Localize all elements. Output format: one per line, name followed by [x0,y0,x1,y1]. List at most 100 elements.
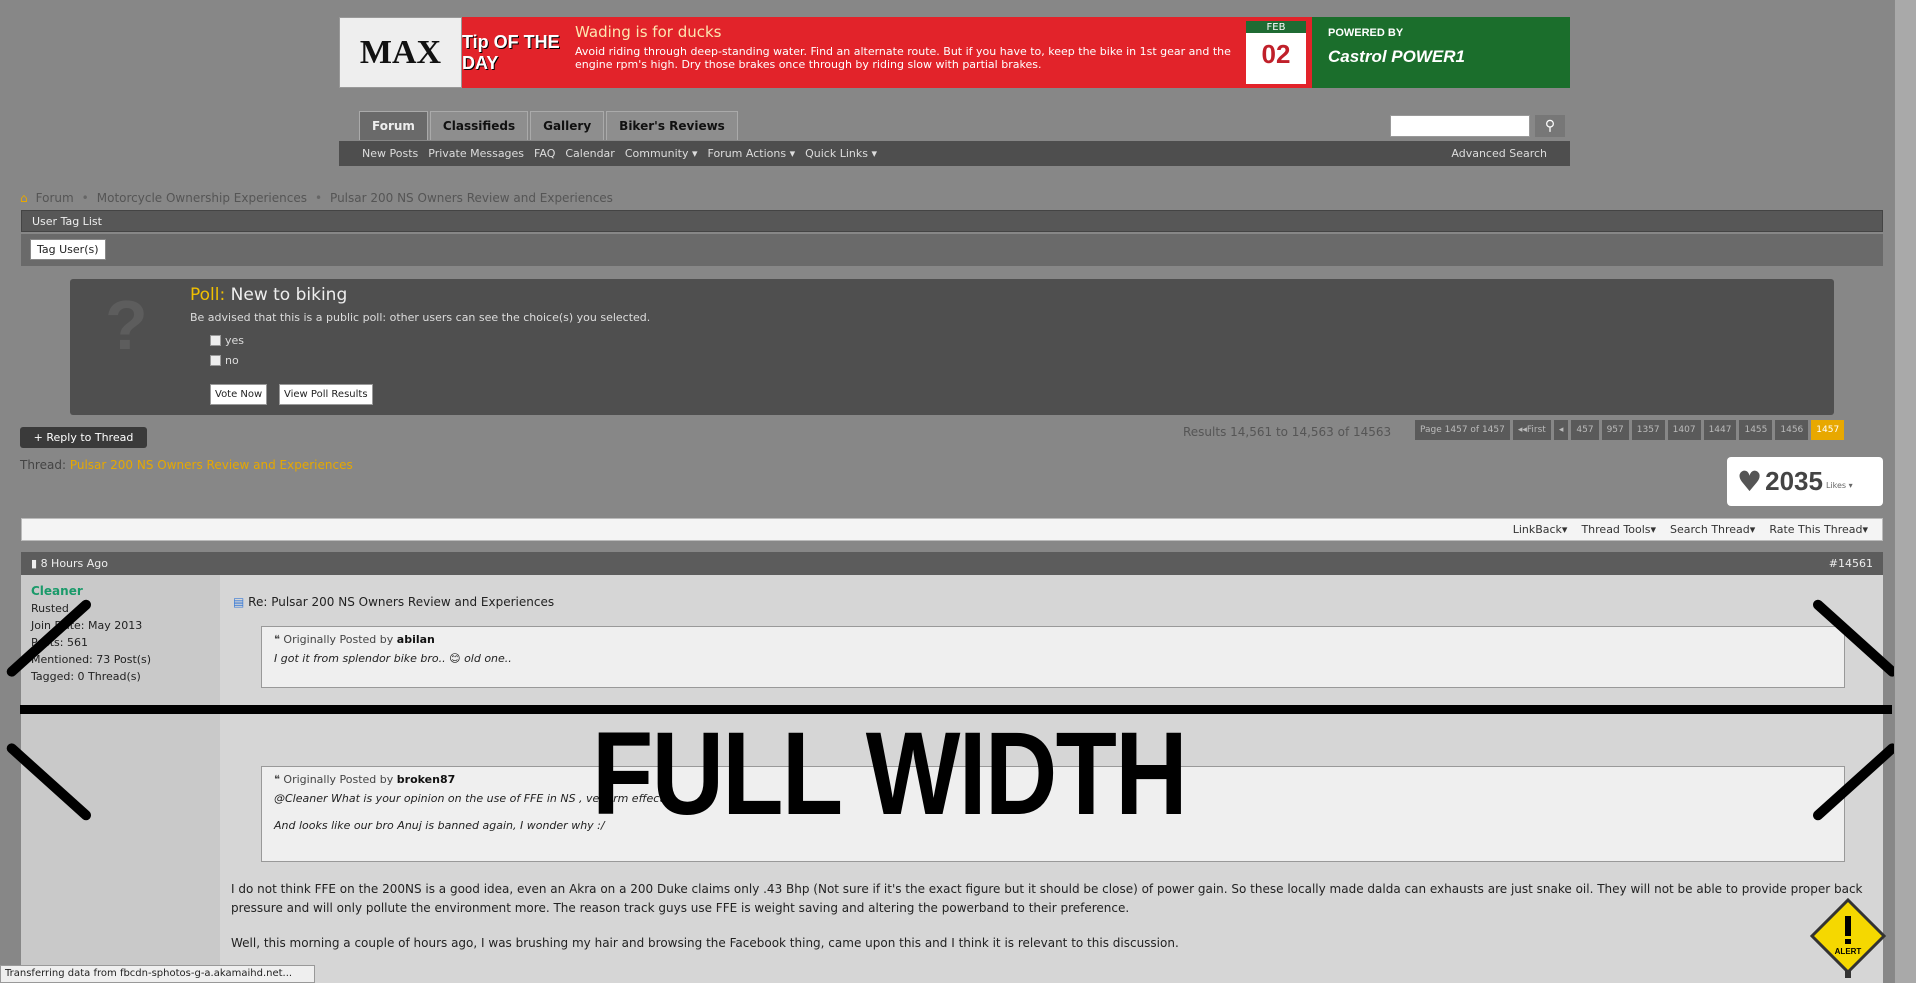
likes-box[interactable]: ♥ 2035 Likes ▾ [1727,457,1883,506]
tag-users-button[interactable]: Tag User(s) [30,239,106,260]
tab-gallery[interactable]: Gallery [530,111,605,140]
sponsor-name: Castrol POWER1 [1328,47,1465,66]
calendar-icon: FEB 02 [1246,21,1306,84]
tip-title: Wading is for ducks [575,23,722,41]
user-tag-row [21,234,1883,266]
nav-quick-links[interactable]: Quick Links ▾ [805,147,877,160]
likes-count: 2035 [1765,466,1823,496]
post-title: ▤ Re: Pulsar 200 NS Owners Review and Ex… [233,595,554,609]
tip-of-the-day-banner[interactable]: MAX Tip OF THE DAY Wading is for ducks Av… [339,17,1570,88]
username[interactable]: Cleaner [31,583,210,600]
page-link[interactable]: 1407 [1667,420,1701,440]
site-logo[interactable]: MAX [339,17,462,88]
nav-faq[interactable]: FAQ [534,147,555,160]
nav-community[interactable]: Community ▾ [625,147,698,160]
quote-header: ❝ Originally Posted by abilan [274,633,1832,646]
page-link[interactable]: 457 [1571,420,1599,440]
checkbox[interactable] [210,335,221,346]
browser-status-bar: Transferring data from fbcdn-sphotos-g-a… [0,965,315,983]
quote-icon: ❝ [274,773,280,786]
tab-bikers-reviews[interactable]: Biker's Reviews [606,111,738,140]
quote-text: I got it from splendor bike bro.. 😊 old … [274,652,512,665]
thread-prefix: Thread: [20,458,67,472]
page-indicator[interactable]: Page 1457 of 1457 [1415,420,1510,440]
option-label: yes [225,334,245,347]
heart-icon: ♥ [1737,465,1763,498]
calendar-month: FEB [1266,22,1286,33]
quote-by-label: Originally Posted by [283,633,394,646]
quote-icon: ❝ [274,633,280,646]
post-paragraph: Well, this morning a couple of hours ago… [231,936,1179,950]
user-tag-list-header: User Tag List [21,210,1883,232]
current-page[interactable]: 1457 [1811,420,1845,440]
poll-title: Poll: New to biking [190,285,347,305]
results-count: Results 14,561 to 14,563 of 14563 [1183,425,1392,439]
tab-classifieds[interactable]: Classifieds [429,111,529,140]
sub-navigation: New Posts Private Messages FAQ Calendar … [339,141,1570,166]
linkback-menu[interactable]: LinkBack▾ [1513,523,1568,536]
view-poll-results-button[interactable]: View Poll Results [279,384,373,405]
mentioned-count: Mentioned: 73 Post(s) [31,653,152,666]
page-link[interactable]: 1357 [1631,420,1665,440]
first-page-button[interactable]: ◂◂First [1512,420,1551,440]
search-input[interactable] [1390,115,1530,137]
page-link[interactable]: 1447 [1703,420,1737,440]
breadcrumb-forum[interactable]: Forum [36,191,74,205]
thread-title[interactable]: Pulsar 200 NS Owners Review and Experien… [70,458,353,472]
post-title-text: Re: Pulsar 200 NS Owners Review and Expe… [248,595,555,609]
advanced-search-link[interactable]: Advanced Search [1451,147,1547,160]
vote-now-button[interactable]: Vote Now [210,384,268,405]
breadcrumb: ⌂ Forum • Motorcycle Ownership Experience… [20,191,613,205]
page-link[interactable]: 1456 [1775,420,1809,440]
rate-thread-menu[interactable]: Rate This Thread▾ [1769,523,1868,536]
tab-forum[interactable]: Forum [359,111,428,140]
full-width-label: FULL WIDTH [592,708,1188,840]
poll-description: Be advised that this is a public poll: o… [190,311,651,324]
home-icon[interactable]: ⌂ [20,191,28,205]
quote-by-label: Originally Posted by [283,773,394,786]
poll-label: Poll: [190,285,226,305]
option-label: no [225,354,239,367]
nav-private-messages[interactable]: Private Messages [428,147,524,160]
alert-text: ALERT [1835,947,1862,956]
document-icon: ▤ [233,595,245,609]
page-link[interactable]: 1455 [1739,420,1773,440]
search-icon[interactable]: ⚲ [1535,115,1565,137]
quote-block: ❝ Originally Posted by abilan I got it f… [261,626,1845,688]
post-icon: ▮ [31,557,41,570]
poll-option-yes[interactable]: yes [210,334,244,347]
post-number[interactable]: #14561 [1829,552,1873,575]
breadcrumb-thread[interactable]: Pulsar 200 NS Owners Review and Experien… [330,191,613,205]
likes-dropdown[interactable]: Likes ▾ [1826,481,1853,490]
post-paragraph: I do not think FFE on the 200NS is a goo… [231,882,1863,915]
thread-tools-bar: LinkBack▾ Thread Tools▾ Search Thread▾ R… [21,518,1883,541]
vertical-scrollbar[interactable] [1894,0,1916,983]
quote-author[interactable]: broken87 [397,773,455,786]
sponsor-ad[interactable]: POWERED BY Castrol POWER1 [1312,17,1570,88]
poll-option-no[interactable]: no [210,354,239,367]
nav-forum-actions[interactable]: Forum Actions ▾ [708,147,796,160]
breadcrumb-category[interactable]: Motorcycle Ownership Experiences [97,191,307,205]
poll-question: New to biking [230,285,348,305]
post-message: I do not think FFE on the 200NS is a goo… [231,880,1871,969]
tip-of-the-day-icon: Tip OF THE DAY [462,31,560,73]
quote-author[interactable]: abilan [397,633,435,646]
post-time: 8 Hours Ago [40,557,109,570]
main-tabs: Forum Classifieds Gallery Biker's Review… [359,111,738,140]
prev-page-button[interactable]: ◂ [1553,420,1569,440]
tagged-count: Tagged: 0 Thread(s) [31,670,141,683]
search-thread-menu[interactable]: Search Thread▾ [1670,523,1755,536]
post-header: ▮ 8 Hours Ago #14561 [21,552,1883,575]
thread-tools-menu[interactable]: Thread Tools▾ [1581,523,1656,536]
checkbox[interactable] [210,355,221,366]
question-mark-icon: ? [105,286,148,364]
nav-calendar[interactable]: Calendar [565,147,614,160]
nav-new-posts[interactable]: New Posts [362,147,418,160]
alert-sign-icon[interactable]: ALERT [1808,898,1888,978]
thread-title-line: Thread: Pulsar 200 NS Owners Review and … [20,458,353,472]
pagination: Page 1457 of 1457 ◂◂First ◂ 457 957 1357… [1415,420,1845,440]
tip-body: Avoid riding through deep-standing water… [575,45,1231,71]
user-rank: Rusted [31,602,69,615]
page-link[interactable]: 957 [1601,420,1629,440]
reply-to-thread-button[interactable]: + Reply to Thread [20,427,147,448]
